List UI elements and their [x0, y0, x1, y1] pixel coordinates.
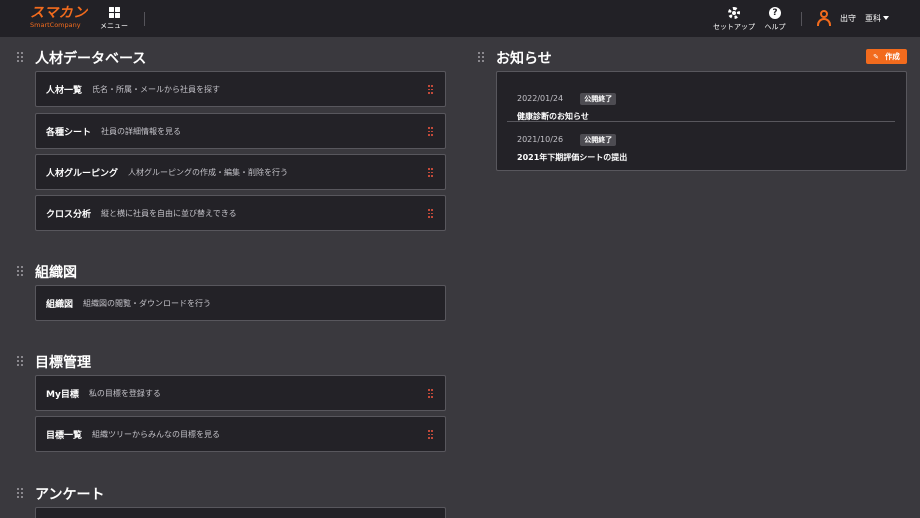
- news-date: 2022/01/24: [517, 94, 564, 103]
- card-title: 人材グルーピング: [46, 168, 119, 179]
- card-sheets[interactable]: 各種シート 社員の詳細情報を見る: [35, 113, 446, 149]
- card-title: 人材一覧: [46, 85, 83, 96]
- user-menu[interactable]: 出守 亜科: [816, 9, 889, 27]
- card-description: 氏名・所属・メールから社員を探す: [92, 84, 221, 94]
- card-title: クロス分析: [46, 209, 92, 220]
- chevron-down-icon: [883, 16, 889, 20]
- section-title-org-chart: 組織図: [35, 265, 77, 281]
- gear-icon: [728, 7, 740, 19]
- drag-handle-icon[interactable]: [428, 85, 433, 94]
- drag-handle-icon[interactable]: [428, 389, 433, 398]
- news-item[interactable]: 2021/10/26 公開終了 2021年下期評価シートの提出: [517, 127, 627, 163]
- section-drag-handle-icon[interactable]: [17, 266, 23, 276]
- news-item[interactable]: 2022/01/24 公開終了 健康診断のお知らせ: [517, 86, 617, 122]
- section-drag-handle-icon[interactable]: [478, 52, 484, 62]
- drag-handle-icon[interactable]: [428, 430, 433, 439]
- setup-label: セットアップ: [713, 23, 755, 31]
- help-button[interactable]: ? ヘルプ: [760, 7, 790, 32]
- card-org-chart[interactable]: 組織図 組織図の閲覧・ダウンロードを行う: [35, 285, 446, 321]
- pencil-icon: ✎: [873, 52, 879, 61]
- section-drag-handle-icon[interactable]: [17, 52, 23, 62]
- section-title-talent-database: 人材データベース: [35, 51, 147, 67]
- card-description: 人材グルーピングの作成・編集・削除を行う: [128, 167, 289, 177]
- status-badge: 公開終了: [580, 93, 617, 105]
- user-department: 亜科: [865, 13, 881, 23]
- card-description: 組織図の閲覧・ダウンロードを行う: [83, 298, 212, 308]
- top-bar: スマカン SmartCompany メニュー セットアップ ? ヘルプ 出守 亜…: [0, 0, 920, 37]
- divider: [507, 121, 895, 122]
- card-description: 縦と横に社員を自由に並び替えできる: [101, 208, 237, 218]
- logo-sub-text: SmartCompany: [30, 21, 81, 29]
- news-title[interactable]: 2021年下期評価シートの提出: [517, 152, 627, 163]
- card-description: 私の目標を登録する: [88, 388, 161, 398]
- setup-button[interactable]: セットアップ: [712, 7, 756, 32]
- card-cross-analysis[interactable]: クロス分析 縦と横に社員を自由に並び替えできる: [35, 195, 446, 231]
- drag-handle-icon[interactable]: [428, 209, 433, 218]
- section-drag-handle-icon[interactable]: [17, 356, 23, 366]
- card-goal-list[interactable]: 目標一覧 組織ツリーからみんなの目標を見る: [35, 416, 446, 452]
- card-my-goals[interactable]: My目標 私の目標を登録する: [35, 375, 446, 411]
- menu-label: メニュー: [100, 22, 128, 30]
- card-description: 組織ツリーからみんなの目標を見る: [92, 429, 221, 439]
- card-description: 社員の詳細情報を見る: [101, 126, 182, 136]
- drag-handle-icon[interactable]: [428, 127, 433, 136]
- card-title: 各種シート: [46, 127, 92, 138]
- menu-button[interactable]: メニュー: [99, 7, 129, 31]
- header-divider: [144, 12, 145, 26]
- create-news-button[interactable]: ✎ 作成: [866, 49, 907, 64]
- card-title: 目標一覧: [46, 430, 83, 441]
- drag-handle-icon[interactable]: [428, 168, 433, 177]
- help-icon: ?: [769, 7, 781, 19]
- status-badge: 公開終了: [580, 134, 617, 146]
- grid-menu-icon: [108, 7, 120, 18]
- section-drag-handle-icon[interactable]: [17, 488, 23, 498]
- news-panel: 2022/01/24 公開終了 健康診断のお知らせ 2021/10/26 公開終…: [496, 71, 907, 171]
- card-title: 組織図: [46, 299, 74, 310]
- card-talent-grouping[interactable]: 人材グルーピング 人材グルーピングの作成・編集・削除を行う: [35, 154, 446, 190]
- header-divider: [801, 12, 802, 26]
- card-survey-partial[interactable]: [35, 507, 446, 518]
- create-label: 作成: [884, 52, 900, 61]
- news-date: 2021/10/26: [517, 135, 564, 144]
- logo[interactable]: スマカン SmartCompany: [30, 5, 88, 30]
- card-title: My目標: [46, 389, 79, 400]
- card-talent-list[interactable]: 人材一覧 氏名・所属・メールから社員を探す: [35, 71, 446, 107]
- section-title-news: お知らせ: [496, 51, 552, 67]
- section-title-goal-management: 目標管理: [35, 355, 91, 371]
- user-name: 出守: [840, 13, 856, 23]
- user-avatar-icon: [816, 9, 832, 27]
- logo-main-text: スマカン: [30, 5, 88, 21]
- section-title-survey: アンケート: [35, 487, 105, 503]
- help-label: ヘルプ: [764, 23, 786, 31]
